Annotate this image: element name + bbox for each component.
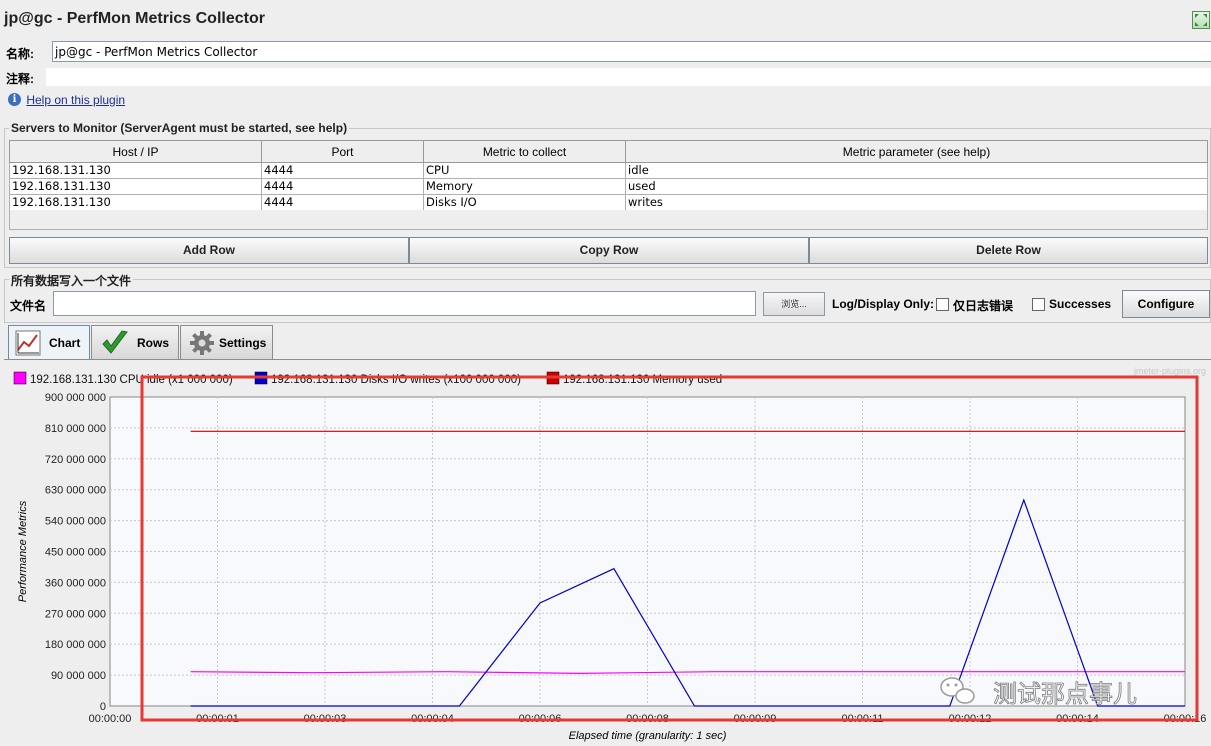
gear-icon	[189, 330, 215, 356]
column-header-metric[interactable]: Metric to collect	[423, 140, 626, 163]
comment-field[interactable]	[46, 68, 1211, 86]
delete-row-button[interactable]: Delete Row	[809, 237, 1208, 264]
x-axis-label: Elapsed time (granularity: 1 sec)	[569, 730, 727, 742]
expand-icon[interactable]	[1192, 11, 1210, 29]
table-row[interactable]: 192.168.131.130 4444 Disks I/O writes	[9, 194, 1208, 211]
y-axis-ticks: 900 000 000 810 000 000 720 000 000 630 000…	[45, 392, 106, 713]
tab-chart-label: Chart	[49, 336, 81, 350]
y-tick-label: 810 000 000	[45, 423, 106, 435]
cell-metric[interactable]: CPU	[423, 162, 626, 179]
watermark-text: jmeter-plugins.org	[1133, 366, 1206, 376]
cell-host[interactable]: 192.168.131.130	[9, 194, 262, 211]
y-tick-label: 720 000 000	[45, 454, 106, 466]
tab-settings-label: Settings	[219, 336, 267, 350]
y-tick-label: 450 000 000	[45, 547, 106, 559]
filename-field[interactable]	[53, 291, 756, 316]
copy-row-button[interactable]: Copy Row	[409, 237, 809, 264]
overlay-caption: 测试那点事儿	[993, 680, 1137, 708]
y-tick-label: 360 000 000	[45, 577, 106, 589]
servers-group-title: Servers to Monitor (ServerAgent must be …	[9, 121, 350, 135]
cell-port[interactable]: 4444	[261, 178, 424, 195]
chart-icon	[15, 330, 41, 356]
y-axis-label: Performance Metrics	[17, 500, 29, 602]
y-tick-label: 270 000 000	[45, 608, 106, 620]
file-group-title: 所有数据写入一个文件	[9, 272, 134, 289]
tab-divider	[4, 359, 1211, 360]
column-header-port[interactable]: Port	[261, 140, 424, 163]
help-link[interactable]: Help on this plugin	[26, 93, 125, 107]
cell-host[interactable]: 192.168.131.130	[9, 162, 262, 179]
table-row[interactable]: 192.168.131.130 4444 Memory used	[9, 178, 1208, 195]
filename-label: 文件名	[10, 299, 47, 313]
cell-parameter[interactable]: writes	[625, 194, 1208, 211]
title-bar: jp@gc - PerfMon Metrics Collector	[4, 10, 1211, 34]
chart-panel: 192.168.131.130 CPU idle (x1 000 000) 192…	[8, 363, 1211, 746]
add-row-button[interactable]: Add Row	[9, 237, 409, 264]
column-header-parameter[interactable]: Metric parameter (see help)	[625, 140, 1208, 163]
x-tick-label: 00:00:00	[89, 713, 132, 725]
successes-label: Successes	[1049, 297, 1112, 311]
successes-checkbox[interactable]	[1032, 298, 1045, 311]
configure-button[interactable]: Configure	[1122, 290, 1210, 318]
cell-parameter[interactable]: idle	[625, 162, 1208, 179]
errors-only-checkbox[interactable]	[936, 298, 949, 311]
comment-row: 注释:	[4, 66, 1211, 88]
name-field[interactable]: jp@gc - PerfMon Metrics Collector	[52, 41, 1211, 62]
cell-metric[interactable]: Memory	[423, 178, 626, 195]
table-row[interactable]: 192.168.131.130 4444 CPU idle	[9, 162, 1208, 179]
chart-legend: 192.168.131.130 CPU idle (x1 000 000) 192…	[13, 371, 722, 386]
checkmark-icon	[100, 328, 130, 358]
y-tick-label: 900 000 000	[45, 392, 106, 404]
tab-rows-label: Rows	[137, 336, 170, 350]
browse-button[interactable]: 浏览...	[763, 292, 825, 316]
servers-table: Host / IP Port Metric to collect Metric …	[9, 140, 1208, 211]
performance-chart: 192.168.131.130 CPU idle (x1 000 000) 192…	[13, 366, 1206, 742]
tab-rows[interactable]: Rows	[91, 325, 179, 359]
errors-only-label: 仅日志错误	[953, 299, 1014, 313]
column-header-host[interactable]: Host / IP	[9, 140, 262, 163]
log-display-label: Log/Display Only:	[832, 297, 935, 311]
y-tick-label: 540 000 000	[45, 516, 106, 528]
legend-swatch	[13, 371, 27, 385]
cell-metric[interactable]: Disks I/O	[423, 194, 626, 211]
tab-chart[interactable]: Chart	[8, 325, 90, 360]
help-row: i Help on this plugin	[8, 92, 125, 107]
cell-parameter[interactable]: used	[625, 178, 1208, 195]
cell-host[interactable]: 192.168.131.130	[9, 178, 262, 195]
window-title: jp@gc - PerfMon Metrics Collector	[4, 10, 265, 27]
comment-label: 注释:	[6, 72, 34, 86]
info-icon: i	[8, 93, 21, 107]
y-tick-label: 630 000 000	[45, 485, 106, 497]
table-empty-area[interactable]	[9, 210, 1208, 230]
cell-port[interactable]: 4444	[261, 194, 424, 211]
y-tick-label: 0	[100, 701, 106, 713]
name-row: 名称: jp@gc - PerfMon Metrics Collector	[4, 41, 1211, 63]
cell-port[interactable]: 4444	[261, 162, 424, 179]
tab-settings[interactable]: Settings	[180, 325, 273, 359]
y-tick-label: 180 000 000	[45, 639, 106, 651]
y-tick-label: 90 000 000	[51, 670, 106, 682]
name-label: 名称:	[6, 47, 34, 61]
